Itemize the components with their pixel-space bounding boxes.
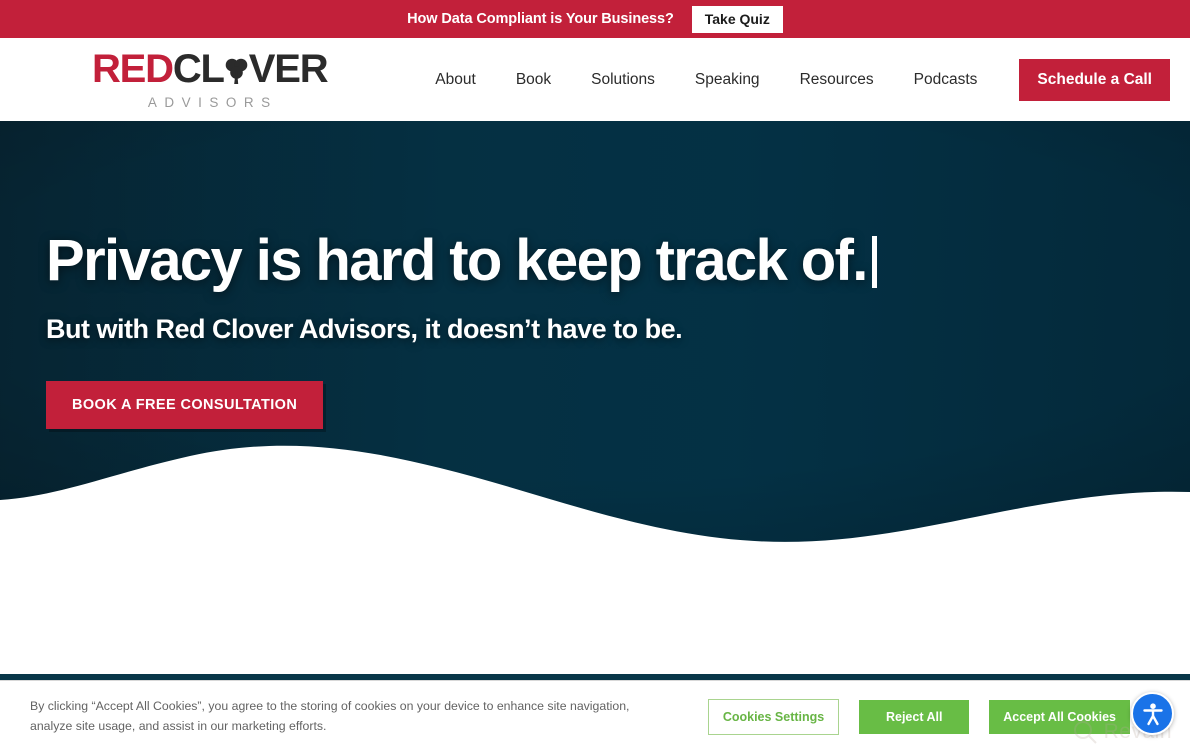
take-quiz-button[interactable]: Take Quiz xyxy=(691,5,783,33)
nav-item-solutions[interactable]: Solutions xyxy=(571,71,675,89)
typing-caret-icon xyxy=(871,236,877,288)
cookie-consent-message: By clicking “Accept All Cookies”, you ag… xyxy=(30,699,630,733)
nav-item-podcasts[interactable]: Podcasts xyxy=(894,71,998,89)
logo-dark-text-after: VER xyxy=(248,47,329,92)
logo-tagline: ADVISORS xyxy=(147,95,278,111)
reject-all-cookies-button[interactable]: Reject All xyxy=(859,699,970,735)
announcement-bar: How Data Compliant is Your Business? Tak… xyxy=(0,0,1190,38)
cookie-consent-actions: Cookies Settings Reject All Accept All C… xyxy=(707,698,1130,736)
hero-section: Privacy is hard to keep track of. But wi… xyxy=(0,121,1190,553)
schedule-a-call-button[interactable]: Schedule a Call xyxy=(1019,58,1170,101)
nav-item-about[interactable]: About xyxy=(415,71,496,89)
accept-all-cookies-button[interactable]: Accept All Cookies xyxy=(989,699,1130,735)
logo[interactable]: RED CL VER ADVISORS xyxy=(92,47,329,111)
book-free-consultation-button[interactable]: BOOK A FREE CONSULTATION xyxy=(46,380,324,429)
hero-title: Privacy is hard to keep track of. xyxy=(46,228,877,293)
page-root: How Data Compliant is Your Business? Tak… xyxy=(0,0,1190,753)
nav-item-book[interactable]: Book xyxy=(496,71,571,89)
hero-content: Privacy is hard to keep track of. But wi… xyxy=(46,228,877,429)
logo-dark-text-before: CL xyxy=(172,47,225,92)
white-spacer xyxy=(0,553,1190,674)
clover-icon xyxy=(223,52,250,86)
site-header: REDCL VER ADVISORS About Book Solutions xyxy=(0,38,1190,121)
hero-title-text: Privacy is hard to keep track of. xyxy=(46,228,868,293)
cookie-consent-banner: By clicking “Accept All Cookies”, you ag… xyxy=(0,680,1190,753)
nav-item-resources[interactable]: Resources xyxy=(780,71,894,89)
nav-item-speaking[interactable]: Speaking xyxy=(675,71,780,89)
accessibility-person-icon xyxy=(1142,702,1163,725)
hero-subtitle: But with Red Clover Advisors, it doesn’t… xyxy=(46,313,683,344)
main-navigation: About Book Solutions Speaking Resources … xyxy=(415,58,1170,101)
announcement-text: How Data Compliant is Your Business? xyxy=(407,11,674,27)
accessibility-widget-button[interactable] xyxy=(1131,692,1174,735)
logo-red-text: RED xyxy=(92,47,174,92)
logo-wordmark: RED CL VER xyxy=(92,47,329,92)
cookies-settings-button[interactable]: Cookies Settings xyxy=(707,698,840,736)
wave-divider-shape xyxy=(0,445,1190,553)
